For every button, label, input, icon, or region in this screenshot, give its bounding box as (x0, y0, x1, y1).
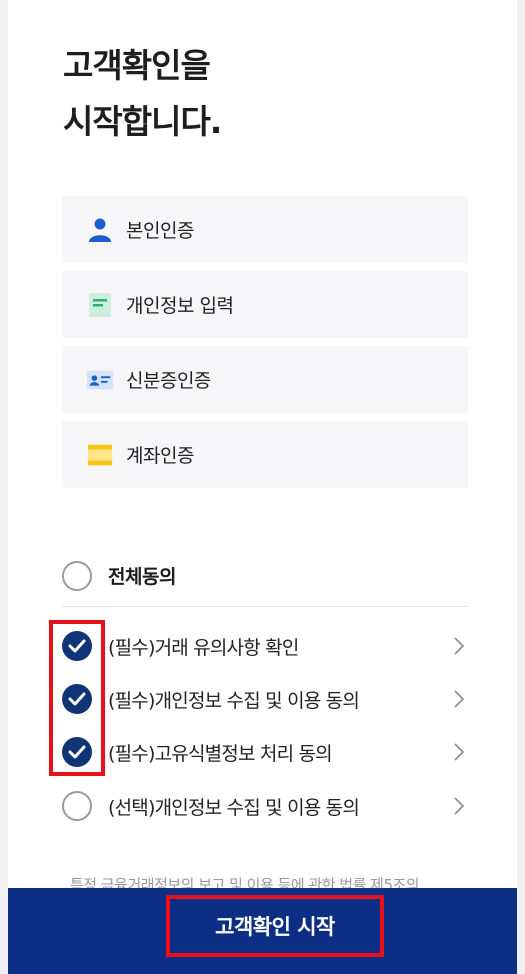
chevron-right-icon[interactable] (452, 742, 466, 762)
page-title-line-1: 고객확인을 (63, 46, 211, 85)
kyc-screen: 고객확인을 시작합니다. 본인인증 개인정보 입력 신분증인증 계좌인증 전체동… (8, 0, 517, 974)
highlight-box-checkboxes (49, 620, 105, 776)
unchecked-radio[interactable] (62, 791, 92, 821)
start-verification-label: 고객확인 시작 (215, 915, 335, 939)
chevron-right-icon[interactable] (452, 636, 466, 656)
step-label: 개인정보 입력 (126, 295, 234, 317)
verification-steps: 본인인증 개인정보 입력 신분증인증 계좌인증 (62, 196, 468, 496)
step-identity-verification: 본인인증 (62, 196, 468, 263)
page-title: 고객확인을 시작합니다. (63, 38, 222, 150)
start-verification-button[interactable]: 고객확인 시작 (166, 895, 384, 957)
step-personal-info: 개인정보 입력 (62, 271, 468, 338)
document-icon (86, 291, 114, 319)
chevron-right-icon[interactable] (452, 796, 466, 816)
step-id-card: 신분증인증 (62, 346, 468, 413)
agreement-row-personal-info[interactable]: (필수)개인정보 수집 및 이용 동의 (62, 673, 468, 725)
agreement-row-optional-personal-info[interactable]: (선택)개인정보 수집 및 이용 동의 (62, 780, 468, 832)
agreement-label: (필수)개인정보 수집 및 이용 동의 (108, 689, 360, 712)
person-icon (86, 216, 114, 244)
agreement-label: (선택)개인정보 수집 및 이용 동의 (108, 796, 360, 819)
page-title-line-2: 시작합니다. (63, 102, 222, 141)
step-label: 본인인증 (126, 220, 194, 242)
agree-all-row[interactable]: 전체동의 (62, 545, 468, 607)
id-card-icon (86, 366, 114, 394)
agreement-label: (필수)고유식별정보 처리 동의 (108, 742, 333, 765)
agree-all-radio[interactable] (62, 560, 92, 591)
step-label: 계좌인증 (126, 445, 194, 467)
step-account-verification: 계좌인증 (62, 421, 468, 488)
bank-account-icon (86, 441, 114, 469)
step-label: 신분증인증 (126, 370, 211, 392)
agree-all-label: 전체동의 (108, 566, 176, 588)
chevron-right-icon[interactable] (452, 689, 466, 709)
agreement-row-unique-id[interactable]: (필수)고유식별정보 처리 동의 (62, 726, 468, 778)
agreement-row-transaction-notice[interactable]: (필수)거래 유의사항 확인 (62, 620, 468, 672)
agreement-label: (필수)거래 유의사항 확인 (108, 636, 299, 659)
